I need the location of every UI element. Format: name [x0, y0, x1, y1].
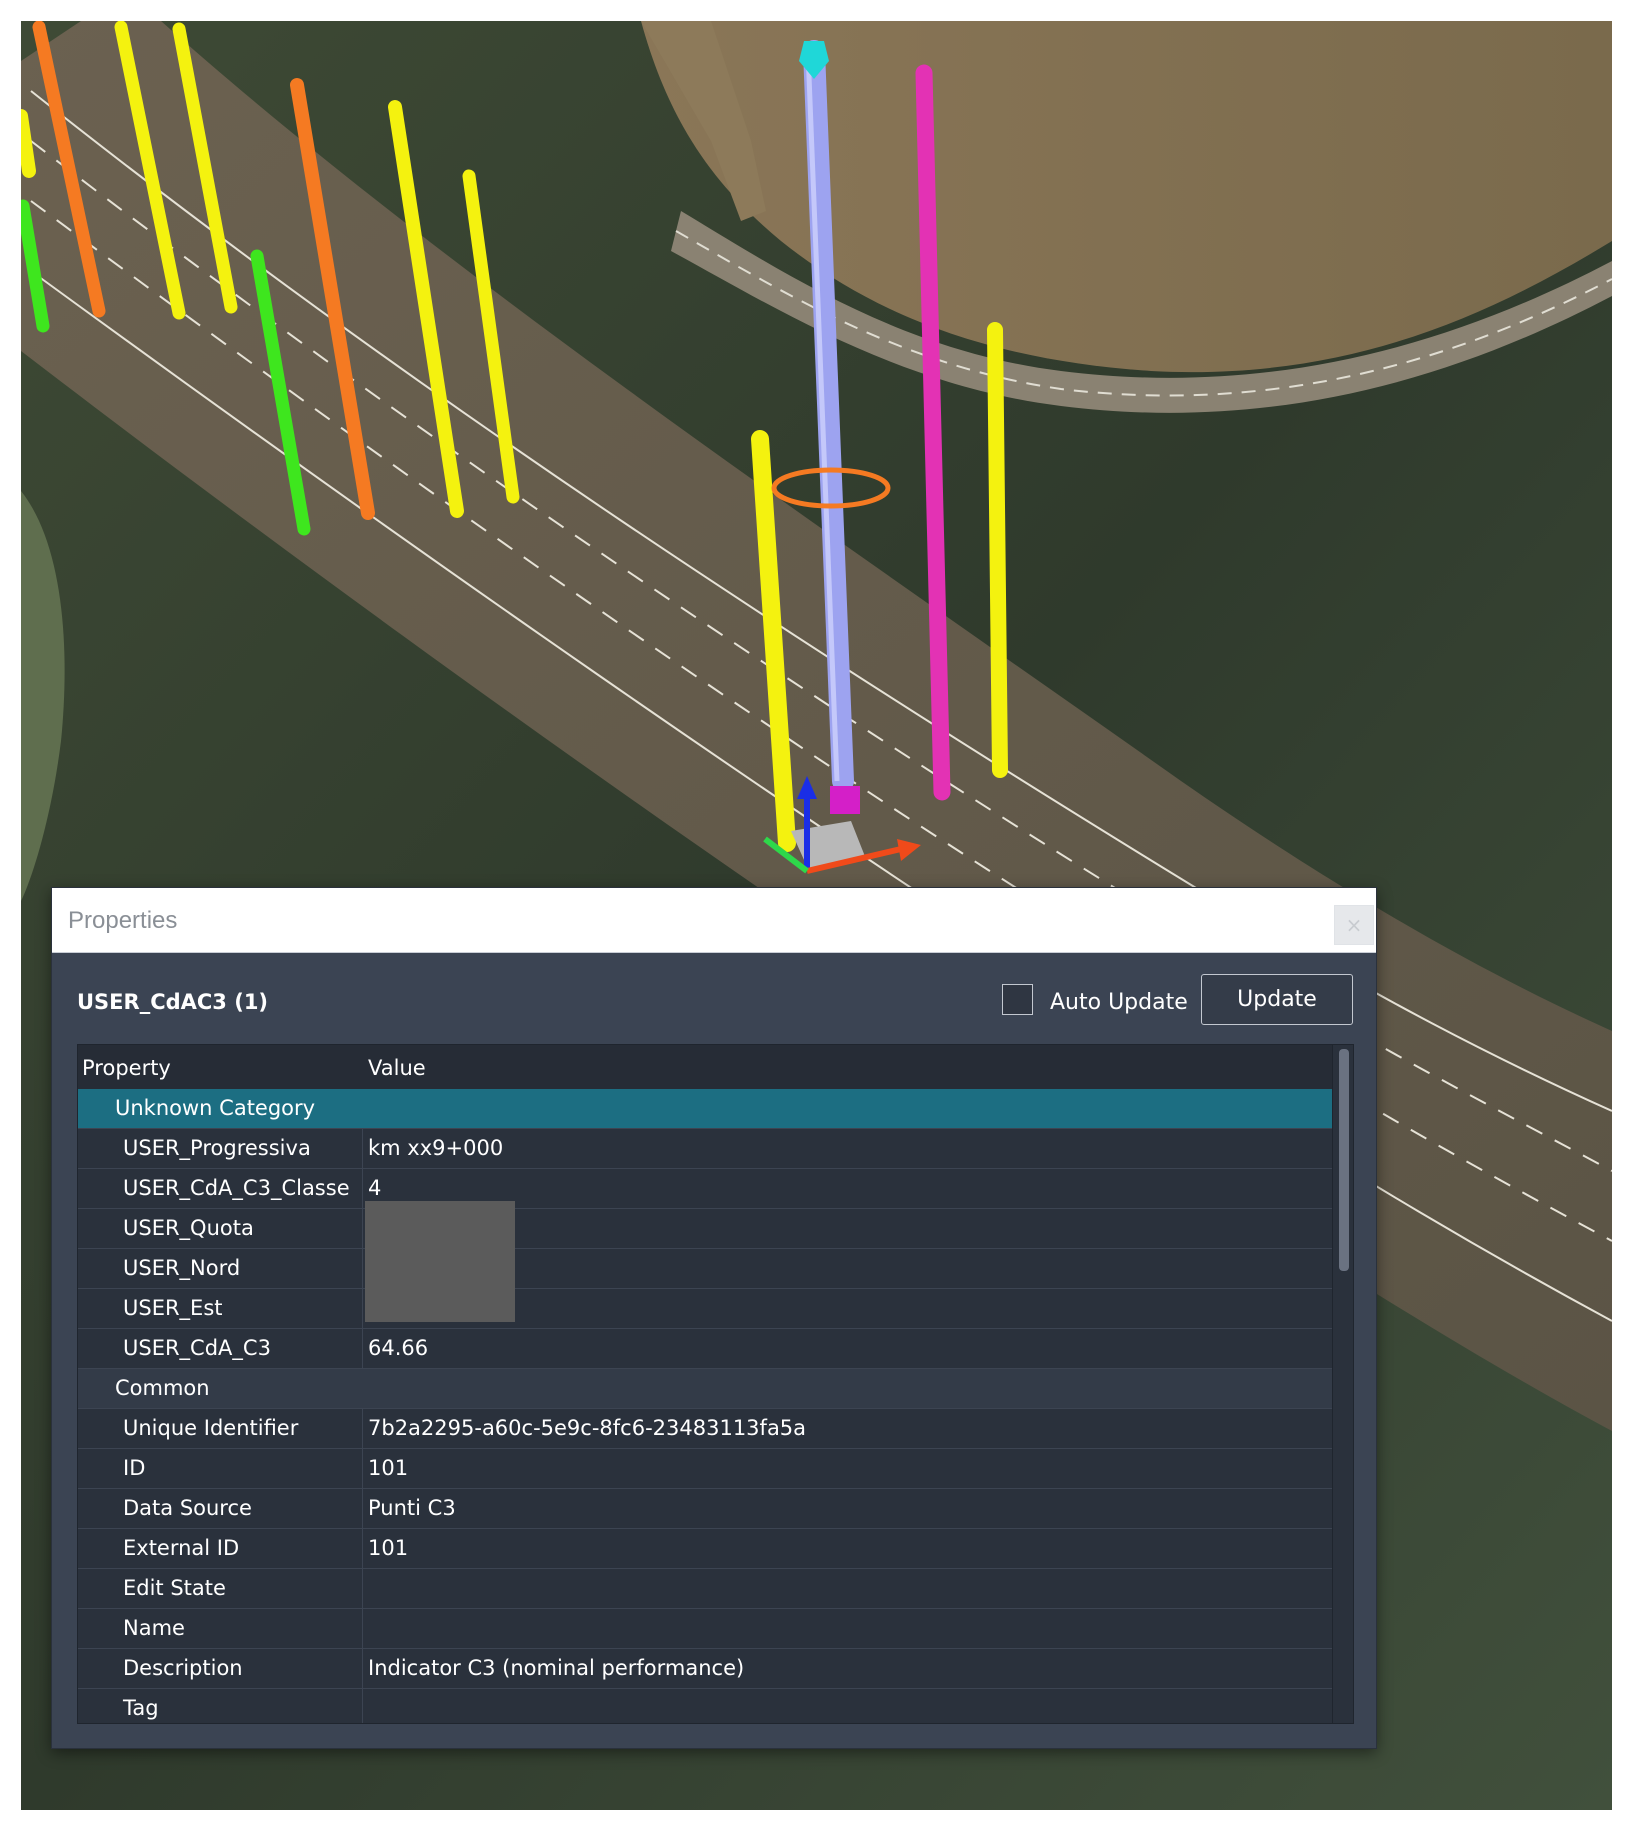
property-row[interactable]: Edit State: [78, 1569, 1332, 1609]
property-value[interactable]: 7b2a2295-a60c-5e9c-8fc6-23483113fa5a: [368, 1416, 806, 1440]
property-row[interactable]: Name: [78, 1609, 1332, 1649]
property-row[interactable]: USER_CdA_C3_Classe 4: [78, 1169, 1332, 1209]
auto-update-label[interactable]: Auto Update: [1050, 990, 1188, 1015]
property-value[interactable]: Indicator C3 (nominal performance): [368, 1656, 744, 1680]
property-row[interactable]: ID 101: [78, 1449, 1332, 1489]
category-header[interactable]: Common: [78, 1369, 1332, 1409]
redacted-values: [365, 1201, 515, 1322]
property-key: USER_Progressiva: [78, 1129, 363, 1168]
property-value[interactable]: 4: [368, 1176, 381, 1200]
property-key: USER_Quota: [78, 1209, 363, 1248]
property-key: Tag: [78, 1689, 363, 1723]
property-key: Edit State: [78, 1569, 363, 1608]
property-key: External ID: [78, 1529, 363, 1568]
properties-titlebar[interactable]: Properties ×: [52, 888, 1376, 953]
property-key: USER_Nord: [78, 1249, 363, 1288]
property-key: ID: [78, 1449, 363, 1488]
category-label: Common: [115, 1376, 210, 1400]
property-key: Data Source: [78, 1489, 363, 1528]
pole-yellow[interactable]: [987, 322, 1008, 778]
property-row[interactable]: USER_Progressiva km xx9+000: [78, 1129, 1332, 1169]
property-row[interactable]: Unique Identifier 7b2a2295-a60c-5e9c-8fc6…: [78, 1409, 1332, 1449]
panel-title: Properties: [68, 907, 178, 934]
property-value[interactable]: 101: [368, 1536, 408, 1560]
property-row[interactable]: USER_CdA_C3 64.66: [78, 1329, 1332, 1369]
pole-yellow[interactable]: [21, 109, 36, 178]
gizmo-base-handle-icon[interactable]: [830, 786, 860, 814]
property-row[interactable]: USER_Quota: [78, 1209, 1332, 1249]
property-key: USER_CdA_C3_Classe: [78, 1169, 363, 1208]
category-label: Unknown Category: [115, 1096, 316, 1120]
property-value[interactable]: 101: [368, 1456, 408, 1480]
auto-update-checkbox[interactable]: [1002, 984, 1033, 1015]
property-value[interactable]: km xx9+000: [368, 1136, 503, 1160]
panel-header: USER_CdAC3 (1) Auto Update Update: [52, 952, 1376, 1044]
grid-rows: Unknown Category USER_Progressiva km xx9+0…: [78, 1089, 1332, 1723]
vertical-scrollbar[interactable]: [1332, 1045, 1353, 1723]
property-key: Description: [78, 1649, 363, 1688]
property-row[interactable]: USER_Nord: [78, 1249, 1332, 1289]
property-grid: Property Value Unknown Category USER_Prog…: [77, 1044, 1354, 1724]
property-value[interactable]: Punti C3: [368, 1496, 456, 1520]
scrollbar-thumb[interactable]: [1339, 1049, 1349, 1271]
category-header[interactable]: Unknown Category: [78, 1089, 1332, 1129]
update-button[interactable]: Update: [1201, 974, 1353, 1025]
properties-panel: Properties × USER_CdAC3 (1) Auto Update …: [51, 887, 1377, 1749]
property-key: USER_Est: [78, 1289, 363, 1328]
close-button[interactable]: ×: [1334, 905, 1374, 945]
object-title: USER_CdAC3 (1): [77, 990, 269, 1014]
grid-header: Property Value: [78, 1045, 1332, 1089]
property-row[interactable]: Tag: [78, 1689, 1332, 1723]
property-key: Name: [78, 1609, 363, 1648]
column-header-property[interactable]: Property: [82, 1056, 171, 1080]
property-row[interactable]: USER_Est: [78, 1289, 1332, 1329]
property-value[interactable]: 64.66: [368, 1336, 428, 1360]
property-key: USER_CdA_C3: [78, 1329, 363, 1368]
close-icon: ×: [1345, 913, 1363, 937]
property-row[interactable]: External ID 101: [78, 1529, 1332, 1569]
property-key: Unique Identifier: [78, 1409, 363, 1448]
property-row[interactable]: Data Source Punti C3: [78, 1489, 1332, 1529]
column-header-value[interactable]: Value: [368, 1056, 426, 1080]
property-row[interactable]: Description Indicator C3 (nominal perform…: [78, 1649, 1332, 1689]
